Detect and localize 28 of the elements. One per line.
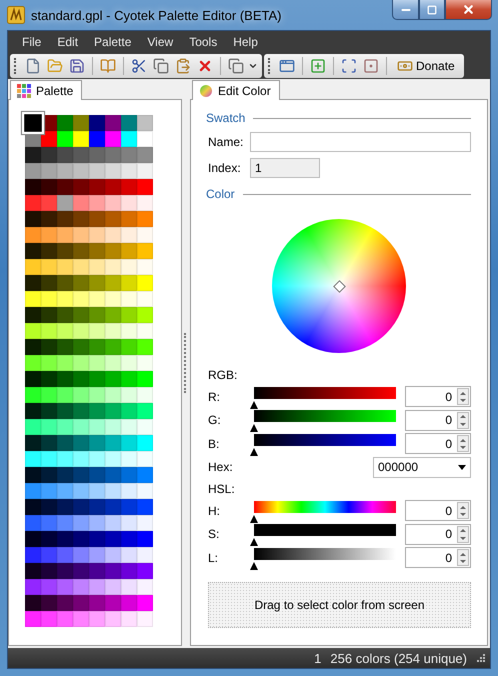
- group-label: RGB:: [207, 367, 238, 384]
- menu-item[interactable]: Tools: [181, 32, 226, 52]
- screen-picker-area[interactable]: Drag to select color from screen: [208, 582, 471, 628]
- channel-label: B:: [208, 436, 220, 451]
- status-text: 256 colors (254 unique): [330, 650, 467, 666]
- window-title: standard.gpl - Cyotek Palette Editor (BETA): [31, 8, 282, 22]
- section-heading: Color: [206, 187, 235, 201]
- field-label: Index:: [208, 161, 242, 175]
- channel-label: G:: [208, 413, 222, 428]
- field-label: Name:: [208, 135, 244, 149]
- channel-label: Hex:: [208, 460, 234, 474]
- status-index: 1: [314, 650, 322, 666]
- index-field[interactable]: 1: [250, 158, 320, 178]
- menu-item[interactable]: File: [14, 32, 50, 52]
- channel-label: R:: [208, 390, 221, 404]
- menu-item[interactable]: Edit: [49, 32, 86, 52]
- hex-dropdown[interactable]: 000000: [373, 456, 471, 478]
- group-label: HSL:: [207, 481, 236, 498]
- channel-label: L:: [208, 550, 220, 565]
- tab[interactable]: Palette: [10, 80, 82, 100]
- channel-label: H:: [208, 504, 221, 518]
- tab[interactable]: Edit Color: [192, 80, 280, 100]
- channel-label: S:: [208, 527, 220, 542]
- menu-item[interactable]: View: [139, 32, 182, 52]
- menu-item[interactable]: Help: [225, 32, 266, 52]
- menu-item[interactable]: Palette: [86, 32, 140, 52]
- section-heading: Swatch: [206, 111, 246, 125]
- donate-button[interactable]: Donate: [392, 55, 460, 77]
